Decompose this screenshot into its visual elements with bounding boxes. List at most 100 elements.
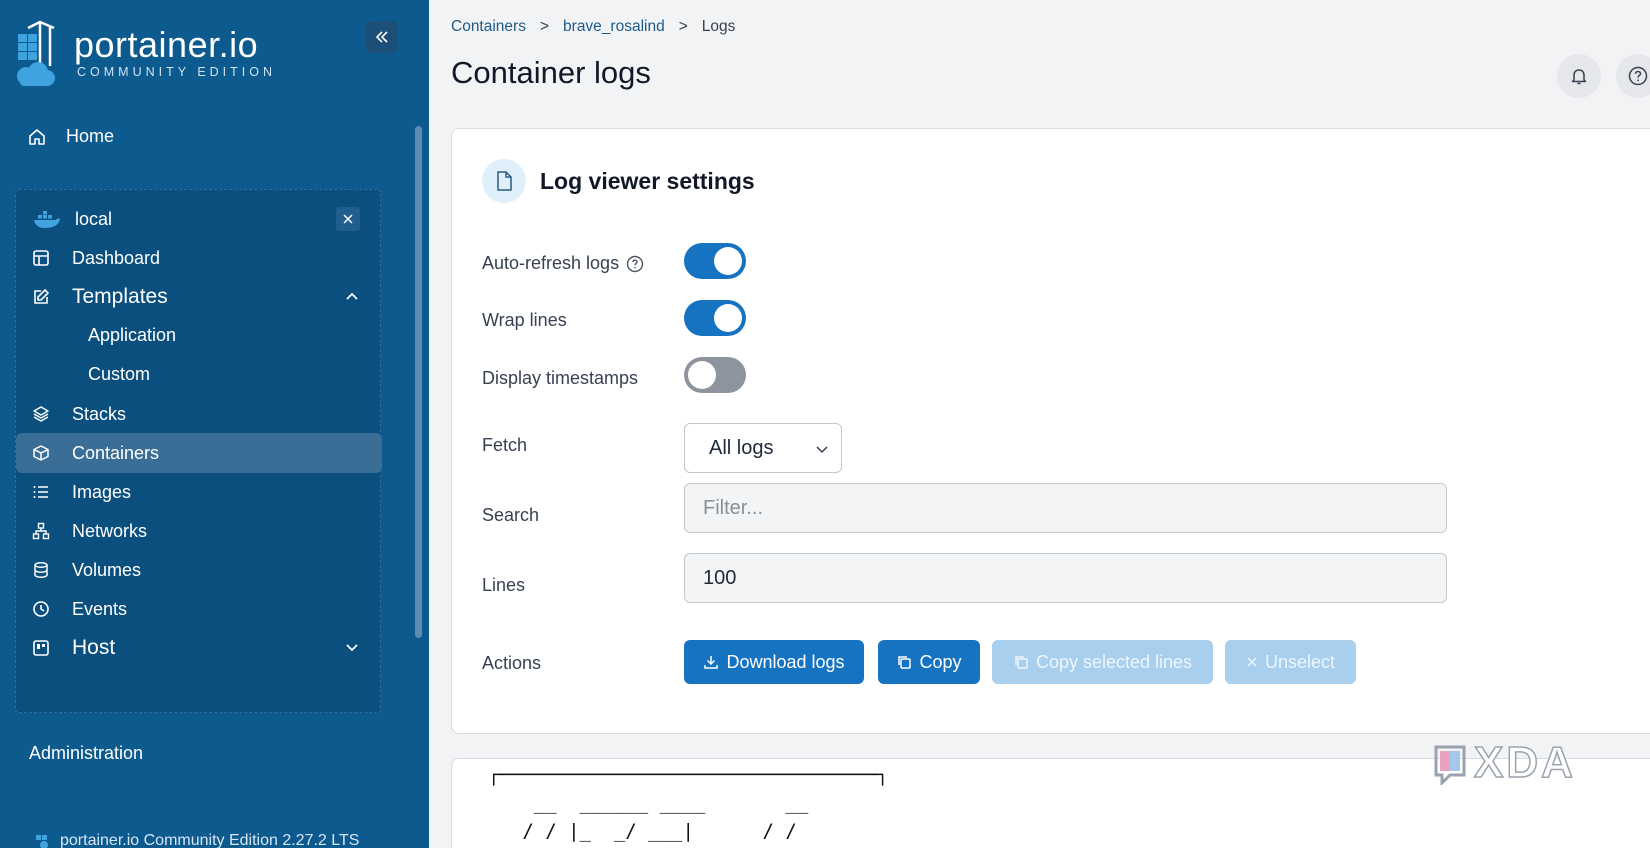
download-icon bbox=[704, 656, 719, 669]
auto-refresh-toggle[interactable] bbox=[684, 243, 746, 279]
sidebar-item-templates[interactable]: Templates bbox=[16, 277, 382, 317]
database-icon bbox=[34, 562, 48, 578]
actions-label: Actions bbox=[482, 653, 542, 673]
lines-input[interactable] bbox=[684, 553, 1447, 603]
sidebar-item-label: Events bbox=[72, 598, 128, 619]
breadcrumb-separator: > bbox=[678, 18, 688, 35]
sidebar-item-label: Stacks bbox=[72, 403, 127, 424]
wrap-lines-toggle[interactable] bbox=[684, 300, 746, 336]
layers-icon bbox=[33, 406, 49, 422]
sidebar-section-administration[interactable]: Administration bbox=[29, 743, 143, 764]
sidebar-item-dashboard[interactable]: Dashboard bbox=[16, 238, 382, 278]
wrap-lines-label: Wrap lines bbox=[482, 310, 567, 330]
server-icon bbox=[33, 640, 49, 656]
fetch-select-value: All logs bbox=[709, 436, 774, 459]
footer-text: portainer.io Community Edition 2.27.2 LT… bbox=[60, 832, 360, 848]
chevron-down-icon bbox=[816, 446, 828, 454]
card-title: Log viewer settings bbox=[540, 167, 755, 194]
log-output-text: ┌─────────────────────────────────┐ __ _… bbox=[488, 764, 889, 842]
xda-watermark: XDA bbox=[1430, 737, 1576, 788]
display-timestamps-label: Display timestamps bbox=[482, 368, 639, 388]
logo-subtitle: COMMUNITY EDITION bbox=[77, 65, 277, 79]
sidebar-item-label: Dashboard bbox=[72, 247, 161, 268]
breadcrumb-container-name[interactable]: brave_rosalind bbox=[563, 18, 665, 36]
box-icon bbox=[33, 445, 49, 461]
sidebar-item-label: Containers bbox=[72, 442, 160, 463]
sidebar-item-volumes[interactable]: Volumes bbox=[16, 550, 382, 590]
breadcrumb-containers[interactable]: Containers bbox=[451, 18, 526, 36]
sidebar-item-host[interactable]: Host bbox=[16, 628, 382, 668]
sidebar-item-label: Networks bbox=[72, 520, 148, 541]
copy-icon bbox=[1015, 656, 1028, 669]
chevrons-left-icon bbox=[375, 31, 388, 43]
environment-name: local bbox=[75, 208, 113, 229]
chevron-down-icon bbox=[346, 644, 358, 652]
download-logs-button[interactable]: Download logs bbox=[684, 640, 864, 684]
bell-icon bbox=[1571, 69, 1587, 85]
edit-icon bbox=[34, 289, 49, 304]
sidebar: portainer.io COMMUNITY EDITION Home loca… bbox=[0, 0, 429, 848]
clock-icon bbox=[33, 601, 49, 617]
document-icon-wrapper bbox=[482, 159, 526, 203]
sidebar-footer: portainer.io Community Edition 2.27.2 LT… bbox=[34, 832, 359, 848]
sidebar-item-stacks[interactable]: Stacks bbox=[16, 394, 382, 434]
breadcrumb-current: Logs bbox=[701, 18, 736, 35]
list-icon bbox=[33, 486, 48, 498]
search-label: Search bbox=[482, 505, 540, 525]
sidebar-item-images[interactable]: Images bbox=[16, 472, 382, 512]
file-icon bbox=[497, 171, 512, 191]
sidebar-item-label: Home bbox=[66, 126, 115, 146]
copy-selected-lines-label: Copy selected lines bbox=[1035, 651, 1193, 672]
home-icon bbox=[29, 128, 45, 145]
page-title: Container logs bbox=[451, 55, 651, 90]
logo-title: portainer.io bbox=[74, 24, 259, 65]
sidebar-item-application[interactable]: Application bbox=[88, 325, 176, 346]
portainer-logo[interactable]: portainer.io COMMUNITY EDITION bbox=[14, 20, 276, 90]
sidebar-item-label: Images bbox=[72, 481, 132, 502]
close-icon bbox=[343, 214, 353, 224]
auto-refresh-label-text: Auto-refresh logs bbox=[482, 253, 620, 273]
unselect-button[interactable]: Unselect bbox=[1225, 640, 1356, 684]
sidebar-item-label: Volumes bbox=[72, 559, 142, 580]
log-viewer-settings-card: Log viewer settings Auto-refresh logs Wr… bbox=[451, 128, 1650, 734]
notifications-button[interactable] bbox=[1557, 54, 1601, 98]
fetch-select[interactable]: All logs bbox=[684, 423, 842, 473]
xda-logo-icon bbox=[1434, 745, 1466, 785]
help-circle-icon[interactable] bbox=[625, 254, 645, 274]
display-timestamps-toggle[interactable] bbox=[684, 357, 746, 393]
help-circle-icon bbox=[1628, 66, 1648, 86]
auto-refresh-label: Auto-refresh logs bbox=[482, 253, 645, 274]
breadcrumb-separator: > bbox=[539, 18, 550, 35]
network-icon bbox=[32, 522, 50, 540]
copy-selected-lines-button[interactable]: Copy selected lines bbox=[992, 640, 1213, 684]
sidebar-item-home[interactable]: Home bbox=[28, 126, 114, 147]
fetch-label: Fetch bbox=[482, 435, 528, 455]
breadcrumb: Containers > brave_rosalind > Logs bbox=[451, 18, 735, 36]
lines-label: Lines bbox=[482, 575, 526, 595]
collapse-sidebar-button[interactable] bbox=[366, 21, 398, 53]
close-icon bbox=[1247, 657, 1257, 667]
copy-button[interactable]: Copy bbox=[878, 640, 980, 684]
environment-panel: local Dashboard Templates Application Cu… bbox=[15, 189, 382, 713]
watermark-text: XDA bbox=[1473, 737, 1576, 788]
docker-icon bbox=[34, 211, 60, 228]
portainer-logo-icon bbox=[17, 20, 55, 86]
download-logs-label: Download logs bbox=[726, 651, 845, 672]
copy-icon bbox=[898, 656, 912, 669]
copy-label: Copy bbox=[919, 651, 962, 672]
sidebar-item-events[interactable]: Events bbox=[16, 589, 382, 629]
portainer-small-icon bbox=[36, 835, 48, 848]
sidebar-item-label: Host bbox=[72, 636, 116, 659]
chevron-up-icon bbox=[346, 292, 358, 300]
environment-header: local bbox=[33, 204, 370, 234]
sidebar-item-containers[interactable]: Containers bbox=[16, 433, 382, 473]
dashboard-icon bbox=[33, 250, 49, 266]
search-input[interactable] bbox=[684, 483, 1447, 533]
sidebar-item-networks[interactable]: Networks bbox=[16, 511, 382, 551]
sidebar-scrollbar[interactable] bbox=[415, 126, 422, 638]
help-button[interactable] bbox=[1616, 54, 1650, 98]
unselect-label: Unselect bbox=[1264, 651, 1336, 672]
sidebar-item-custom[interactable]: Custom bbox=[88, 364, 150, 385]
sidebar-item-label: Templates bbox=[72, 285, 168, 308]
close-environment-button[interactable] bbox=[336, 207, 360, 231]
